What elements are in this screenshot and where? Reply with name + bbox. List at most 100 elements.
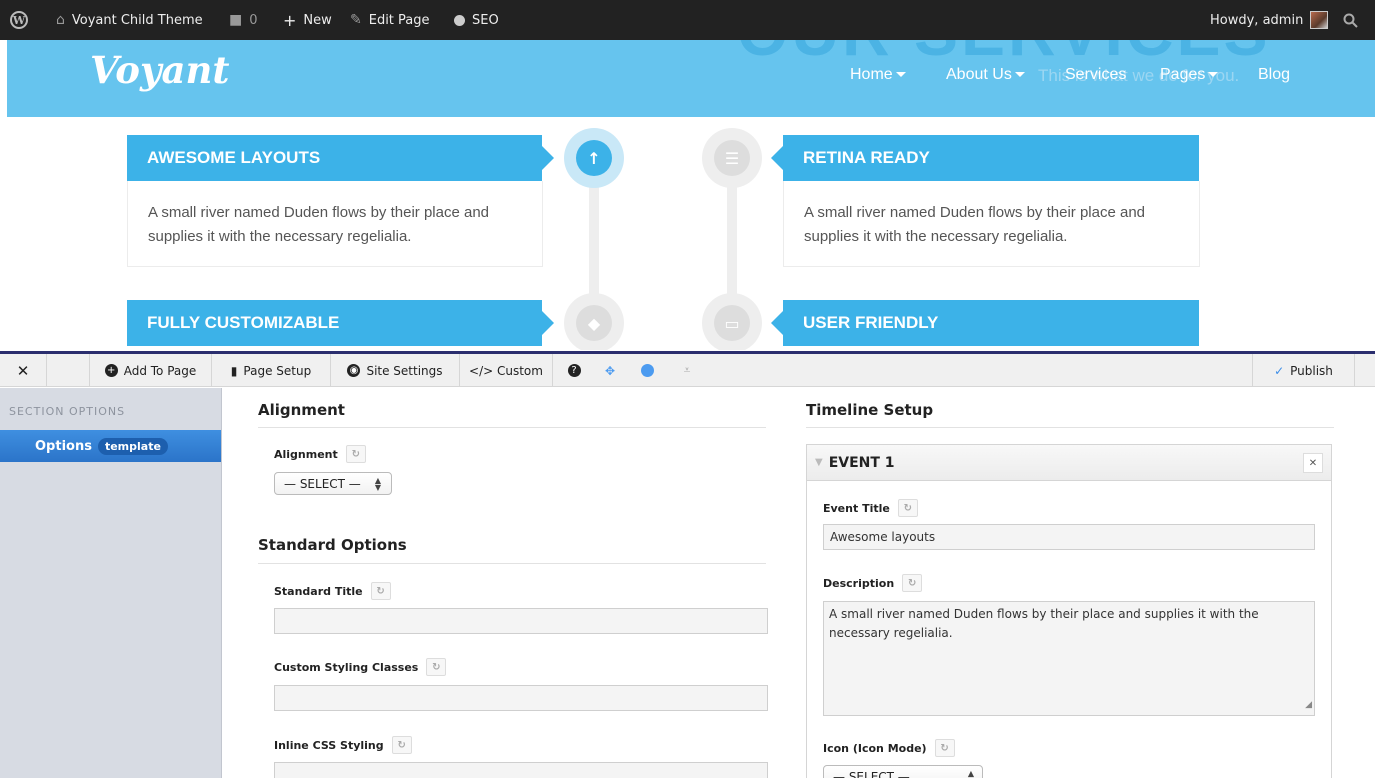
alignment-label: Alignment [274, 447, 338, 461]
help-icon[interactable]: ? [553, 354, 595, 387]
description-field-label: Description ↻ [823, 574, 923, 592]
nav-item-pages[interactable]: Pages [1160, 66, 1219, 84]
event-title-input[interactable]: Awesome layouts [823, 524, 1315, 550]
nav-item-about-us[interactable]: About Us [946, 66, 1025, 84]
admin-bar: W ⌂ Voyant Child Theme ■ 0 + New ✎ Edit … [0, 0, 1375, 40]
site-name-link[interactable]: ⌂ Voyant Child Theme [56, 0, 203, 40]
live-dot-icon[interactable] [625, 354, 669, 387]
arrow-up-icon: ↑ [576, 140, 612, 176]
globe-icon: ◉ [347, 364, 361, 377]
resize-handle-icon[interactable]: ◢ [1305, 699, 1312, 713]
nav-item-blog[interactable]: Blog [1258, 66, 1290, 84]
refresh-icon[interactable]: ↻ [934, 739, 955, 757]
description-label: Description [823, 576, 895, 590]
timeline-preview: AWESOME LAYOUTS A small river named Dude… [0, 117, 1375, 350]
avatar [1310, 11, 1329, 29]
plus-circle-icon: + [104, 364, 118, 377]
wordpress-logo-icon[interactable]: W [8, 0, 30, 40]
event-accordion-header[interactable]: ▼ EVENT 1 [807, 445, 1331, 481]
nav-label: Services [1065, 66, 1127, 83]
account-menu[interactable]: Howdy, admin [1210, 0, 1329, 40]
comment-icon: ■ [229, 12, 243, 28]
refresh-icon[interactable]: ↻ [345, 445, 366, 463]
refresh-icon[interactable]: ↻ [391, 736, 412, 754]
event-title-field-label: Event Title ↻ [823, 499, 918, 517]
home-icon: ⌂ [56, 12, 65, 28]
dropbox-icon: ◆ [576, 305, 612, 341]
timeline-node[interactable]: ↑ [564, 128, 624, 188]
add-to-page-button[interactable]: + Add To Page [90, 354, 212, 387]
nav-item-services[interactable]: Services [1065, 66, 1126, 84]
standard-title-label: Standard Title [274, 584, 363, 598]
event-name: EVENT 1 [828, 454, 895, 471]
page-setup-button[interactable]: ▮ Page Setup [212, 354, 331, 387]
standard-options-title: Standard Options [258, 536, 407, 554]
indent-icon: ☰ [714, 140, 750, 176]
comments-link[interactable]: ■ 0 [229, 0, 258, 40]
sidebar-item-label: Options [35, 438, 92, 454]
search-icon[interactable] [1343, 0, 1358, 40]
refresh-icon[interactable]: ↻ [370, 582, 391, 600]
site-logo[interactable]: Voyant [90, 48, 229, 92]
inline-css-input[interactable] [274, 762, 768, 778]
event-description: A small river named Duden flows by their… [783, 181, 1200, 267]
icon-select[interactable]: — SELECT — ▲▼ [823, 765, 983, 778]
custom-classes-input[interactable] [274, 685, 768, 711]
event-title-ribbon: RETINA READY [771, 135, 1199, 181]
nav-item-home[interactable]: Home [850, 66, 906, 84]
minus-square-icon: ▭ [714, 305, 750, 341]
seo-label: SEO [472, 12, 499, 28]
checkmark-icon: ✓ [1274, 363, 1285, 378]
close-icon[interactable]: ✕ [1303, 453, 1323, 473]
inline-css-label: Inline CSS Styling [274, 738, 384, 752]
add-to-page-label: Add To Page [123, 363, 197, 378]
collapse-icon[interactable]: ⩡ [669, 354, 705, 387]
sidebar-heading: SECTION OPTIONS [9, 405, 126, 418]
icon-mode-label: Icon (Icon Mode) [823, 741, 927, 755]
refresh-icon[interactable]: ↻ [897, 499, 918, 517]
document-icon: ▮ [230, 363, 238, 378]
nav-label: Pages [1160, 66, 1206, 83]
standard-title-field-label: Standard Title ↻ [274, 582, 391, 600]
timeline-node[interactable]: ◆ [564, 293, 624, 350]
sidebar-item-options[interactable]: Options template [0, 430, 221, 462]
event-title-ribbon: USER FRIENDLY [771, 300, 1199, 346]
timeline-setup-title: Timeline Setup [806, 401, 934, 419]
custom-button[interactable]: </> Custom [460, 354, 553, 387]
chevron-down-icon [1208, 72, 1219, 78]
standard-title-input[interactable] [274, 608, 768, 634]
description-value: A small river named Duden flows by their… [829, 607, 1259, 640]
nav-label: Home [850, 66, 893, 83]
publish-label: Publish [1290, 363, 1333, 378]
template-badge: template [97, 437, 168, 455]
options-panel: Alignment Alignment ↻ — SELECT — ▲ ▼ Stan… [222, 388, 1375, 778]
site-settings-label: Site Settings [366, 363, 443, 378]
custom-classes-label: Custom Styling Classes [274, 660, 419, 674]
site-name-label: Voyant Child Theme [71, 12, 203, 28]
timeline-node[interactable]: ▭ [702, 293, 762, 350]
refresh-icon[interactable]: ↻ [902, 574, 923, 592]
nav-label: Blog [1258, 66, 1291, 83]
description-textarea[interactable]: A small river named Duden flows by their… [823, 601, 1315, 716]
alignment-section-title: Alignment [258, 401, 345, 419]
seo-link[interactable]: SEO [454, 0, 499, 40]
custom-label: </> Custom [469, 363, 543, 378]
event-accordion: ▼ EVENT 1 ✕ Event Title ↻ Awesome layout… [806, 444, 1332, 778]
move-icon[interactable]: ✥ [595, 354, 625, 387]
alignment-select-value: — SELECT — [284, 476, 361, 491]
refresh-icon[interactable]: ↻ [426, 658, 447, 676]
new-content-link[interactable]: + New [283, 0, 332, 40]
edit-page-label: Edit Page [368, 12, 430, 28]
alignment-field-label: Alignment ↻ [274, 445, 366, 463]
divider [258, 563, 766, 564]
seo-status-icon [454, 14, 465, 26]
nav-label: About Us [946, 66, 1012, 83]
publish-button[interactable]: ✓ Publish [1252, 354, 1355, 387]
edit-page-link[interactable]: ✎ Edit Page [350, 0, 430, 40]
divider [258, 427, 766, 428]
timeline-node[interactable]: ☰ [702, 128, 762, 188]
event-title-ribbon: FULLY CUSTOMIZABLE [127, 300, 554, 346]
section-options-sidebar: SECTION OPTIONS Options template [0, 388, 222, 778]
alignment-select[interactable]: — SELECT — ▲ ▼ [274, 472, 392, 495]
site-settings-button[interactable]: ◉ Site Settings [331, 354, 460, 387]
